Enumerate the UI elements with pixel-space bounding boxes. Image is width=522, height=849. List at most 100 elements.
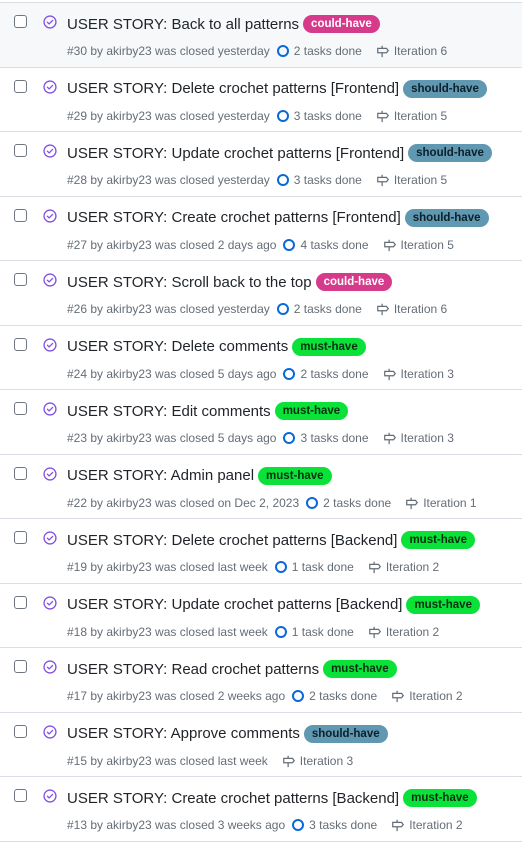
progress-ring-icon [276,303,289,315]
issue-row[interactable]: USER STORY: Delete comments must-have #24… [0,325,522,390]
iteration[interactable]: Iteration 5 [376,109,447,123]
label-badge[interactable]: must-have [292,337,366,356]
issue-title-link[interactable]: USER STORY: Update crochet patterns [Bac… [67,596,402,613]
iteration[interactable]: Iteration 3 [383,367,454,381]
issue-title-link[interactable]: USER STORY: Delete comments [67,338,288,355]
iteration[interactable]: Iteration 3 [383,431,454,445]
task-progress: 2 tasks done [276,302,362,316]
select-checkbox[interactable] [14,273,27,286]
label-badge[interactable]: must-have [401,531,475,549]
iteration[interactable]: Iteration 6 [376,302,447,316]
issue-title-link[interactable]: USER STORY: Scroll back to the top [67,274,312,291]
iteration[interactable]: Iteration 3 [282,754,353,768]
issue-title-link[interactable]: USER STORY: Update crochet patterns [Fro… [67,145,404,162]
iteration[interactable]: Iteration 1 [405,496,477,510]
iteration-text: Iteration 3 [299,753,354,768]
tasks-text: 4 tasks done [300,237,369,252]
progress-ring-icon [274,625,287,638]
tasks-text: 2 tasks done [300,366,369,381]
select-checkbox[interactable] [14,466,27,480]
issue-title-link[interactable]: USER STORY: Create crochet patterns [Fro… [67,209,401,226]
label-badge[interactable]: must-have [258,466,332,485]
iteration-icon [282,755,295,767]
issue-meta: #23 by akirby23 was closed 5 days ago [67,431,277,445]
issue-title-link[interactable]: USER STORY: Read crochet patterns [67,661,319,678]
label-badge[interactable]: must-have [323,660,397,678]
issue-row[interactable]: USER STORY: Update crochet patterns [Bac… [0,583,522,648]
issue-meta: #28 by akirby23 was closed yesterday [67,173,270,187]
tasks-text: 2 tasks done [309,689,378,703]
select-checkbox[interactable] [14,531,27,544]
select-checkbox[interactable] [14,789,27,802]
issue-row[interactable]: USER STORY: Delete crochet patterns [Bac… [0,519,522,584]
task-progress: 2 tasks done [283,366,369,381]
tasks-text: 2 tasks done [293,302,362,316]
issue-meta: #17 by akirby23 was closed 2 weeks ago [67,689,286,703]
task-progress: 2 tasks done [292,689,377,703]
issue-row[interactable]: USER STORY: Read crochet patterns must-ha… [0,648,522,713]
iteration[interactable]: Iteration 5 [383,238,454,252]
iteration[interactable]: Iteration 2 [391,818,463,832]
iteration[interactable]: Iteration 5 [376,173,447,187]
closed-completed-icon [43,466,57,481]
closed-completed-icon [43,15,57,29]
issue-row[interactable]: USER STORY: Admin panel must-have #22 by … [0,454,522,519]
label-badge[interactable]: could-have [303,15,380,33]
closed-completed-icon [43,660,57,674]
iteration-text: Iteration 6 [393,44,448,58]
issue-title-link[interactable]: USER STORY: Create crochet patterns [Bac… [67,790,399,807]
issue-title-link[interactable]: USER STORY: Edit comments [67,403,271,420]
label-badge[interactable]: should-have [403,79,487,98]
progress-ring-icon [276,174,289,186]
select-checkbox[interactable] [14,402,27,415]
label-badge[interactable]: could-have [315,273,393,291]
label-badge[interactable]: should-have [408,144,492,162]
progress-ring-icon [306,496,319,509]
label-badge[interactable]: should-have [303,724,388,743]
issue-row[interactable]: USER STORY: Edit comments must-have #23 b… [0,390,522,455]
iteration[interactable]: Iteration 2 [368,625,439,639]
select-checkbox[interactable] [14,337,27,351]
iteration[interactable]: Iteration 6 [376,44,447,58]
iteration[interactable]: Iteration 2 [368,560,439,574]
label-badge[interactable]: must-have [406,595,480,614]
iteration-icon [376,174,389,187]
issue-row[interactable]: USER STORY: Approve comments should-have … [0,712,522,777]
select-checkbox[interactable] [14,79,27,93]
iteration-text: Iteration 2 [409,689,463,703]
issue-list: USER STORY: Back to all patterns could-ha… [0,2,522,842]
issue-row[interactable]: USER STORY: Create crochet patterns [Bac… [0,777,522,842]
issue-row[interactable]: USER STORY: Delete crochet patterns [Fro… [0,67,522,132]
iteration-icon [406,497,419,509]
label-badge[interactable]: should-have [404,208,489,227]
select-checkbox[interactable] [14,724,27,738]
tasks-text: 1 task done [291,560,354,574]
iteration-icon [368,626,381,638]
select-checkbox[interactable] [14,144,27,157]
issue-row[interactable]: USER STORY: Update crochet patterns [Fro… [0,132,522,197]
iteration-text: Iteration 2 [385,560,440,574]
issue-row[interactable]: USER STORY: Create crochet patterns [Fro… [0,196,522,261]
select-checkbox[interactable] [14,15,27,28]
task-progress: 3 tasks done [276,173,362,187]
select-checkbox[interactable] [14,595,27,609]
issue-title-link[interactable]: USER STORY: Approve comments [67,725,300,742]
issue-meta: #13 by akirby23 was closed 3 weeks ago [67,818,286,832]
iteration-icon [392,819,405,832]
issue-row[interactable]: USER STORY: Back to all patterns could-ha… [0,3,522,68]
issue-row[interactable]: USER STORY: Scroll back to the top could-… [0,261,522,326]
issue-title-link[interactable]: USER STORY: Delete crochet patterns [Bac… [67,532,397,549]
issue-title-link[interactable]: USER STORY: Admin panel [67,467,254,484]
tasks-text: 2 tasks done [323,495,392,510]
issue-meta: #18 by akirby23 was closed last week [67,624,268,639]
issue-title-link[interactable]: USER STORY: Back to all patterns [67,16,299,33]
label-badge[interactable]: must-have [274,402,349,420]
select-checkbox[interactable] [14,208,27,222]
select-checkbox[interactable] [14,660,27,673]
iteration[interactable]: Iteration 2 [391,689,463,703]
label-badge[interactable]: must-have [403,789,477,807]
issue-meta: #30 by akirby23 was closed yesterday [67,44,270,58]
iteration-icon [383,368,396,380]
closed-completed-icon [43,531,57,545]
issue-title-link[interactable]: USER STORY: Delete crochet patterns [Fro… [67,80,399,97]
